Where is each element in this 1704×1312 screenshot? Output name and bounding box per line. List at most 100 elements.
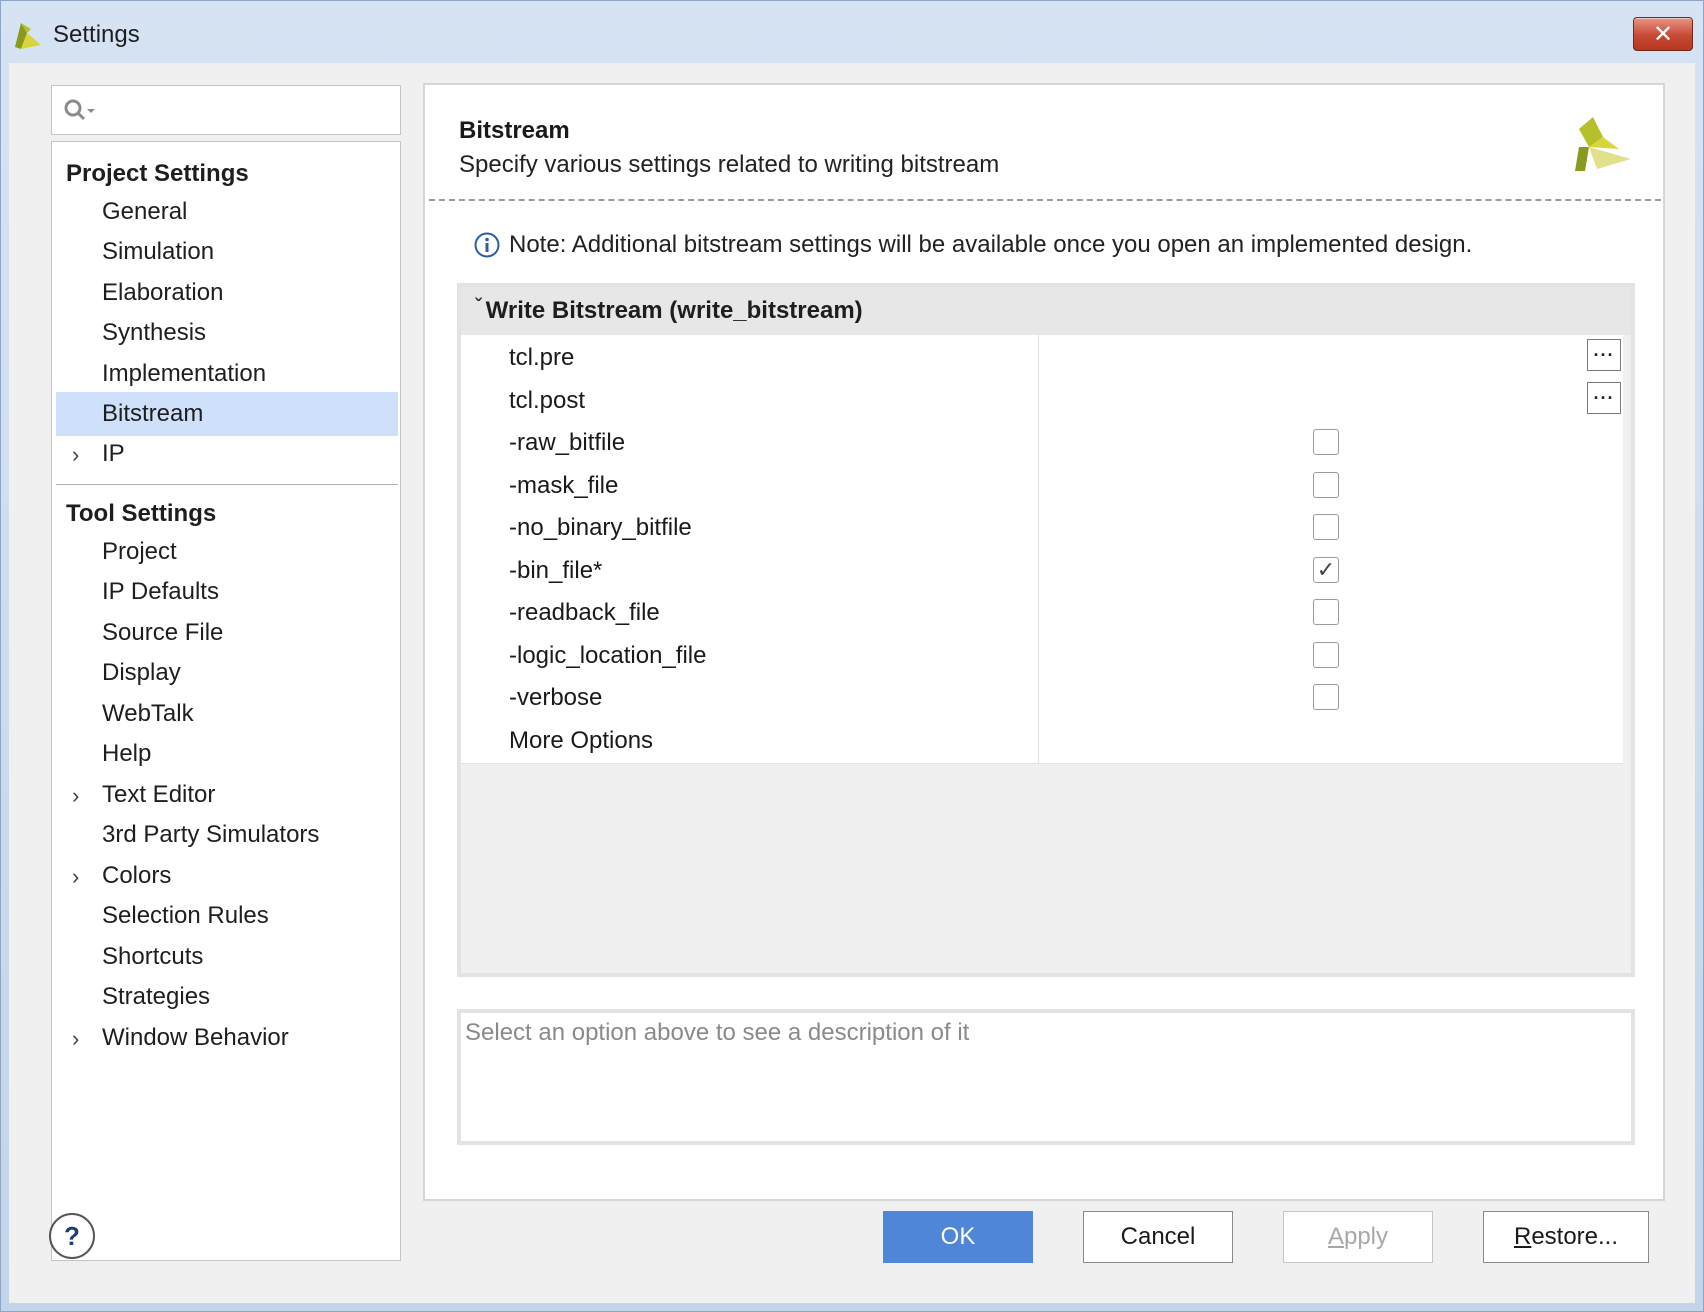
nav-item-simulation[interactable]: Simulation xyxy=(56,230,398,274)
nav-item-shortcuts[interactable]: Shortcuts xyxy=(56,935,398,979)
nav-item-window-behavior[interactable]: › Window Behavior xyxy=(56,1016,398,1060)
no-binary-bitfile-checkbox[interactable] xyxy=(1313,514,1339,540)
nav-item-label: Project xyxy=(102,538,177,565)
close-button[interactable]: ✕ xyxy=(1633,17,1693,51)
logic-location-file-checkbox[interactable] xyxy=(1313,642,1339,668)
nav-divider xyxy=(56,484,398,485)
table-row-more-options[interactable]: More Options xyxy=(461,718,1623,764)
option-name: More Options xyxy=(461,718,1039,763)
page-subtitle: Specify various settings related to writ… xyxy=(459,151,1000,178)
settings-content-panel: Bitstream Specify various settings relat… xyxy=(423,83,1665,1201)
option-value xyxy=(1039,590,1623,635)
table-row-tcl-pre[interactable]: tcl.pre ··· xyxy=(461,335,1623,381)
nav-item-colors[interactable]: › Colors xyxy=(56,854,398,898)
nav-item-strategies[interactable]: Strategies xyxy=(56,975,398,1019)
group-header[interactable]: ˇ Write Bitstream (write_bitstream) xyxy=(461,287,1631,335)
chevron-down-icon[interactable]: ˇ xyxy=(475,296,482,319)
nav-item-project[interactable]: Project xyxy=(56,530,398,574)
nav-item-label: WebTalk xyxy=(102,700,194,727)
option-name-text: -logic_location_file xyxy=(509,641,707,669)
option-description: Select an option above to see a descript… xyxy=(457,1009,1635,1145)
apply-mnemonic: A xyxy=(1327,1223,1344,1250)
chevron-right-icon[interactable]: › xyxy=(72,864,88,889)
search-input[interactable] xyxy=(51,85,401,135)
more-options-field[interactable] xyxy=(1039,718,1623,763)
nav-item-ip[interactable]: › IP xyxy=(56,432,398,476)
table-row-readback-file[interactable]: -readback_file xyxy=(461,590,1623,636)
option-value[interactable]: ··· xyxy=(1039,378,1623,423)
nav-item-label: Simulation xyxy=(102,238,215,265)
nav-item-source-file[interactable]: Source File xyxy=(56,611,398,655)
nav-item-synthesis[interactable]: Synthesis xyxy=(56,311,398,355)
bin-file-checkbox[interactable]: ✓ xyxy=(1313,557,1339,583)
table-row-raw-bitfile[interactable]: -raw_bitfile xyxy=(461,420,1623,466)
browse-button[interactable]: ··· xyxy=(1587,339,1621,371)
table-row-logic-location-file[interactable]: -logic_location_file xyxy=(461,633,1623,679)
settings-window: Settings ✕ Project Settings General Simu… xyxy=(0,0,1704,1312)
nav-heading-tool-settings: Tool Settings xyxy=(66,500,217,527)
nav-item-label: Selection Rules xyxy=(102,902,269,929)
nav-heading-project-settings: Project Settings xyxy=(66,160,249,187)
option-name: -readback_file xyxy=(461,590,1039,635)
options-table: ˇ Write Bitstream (write_bitstream) tcl.… xyxy=(457,283,1635,977)
vivado-logo-icon xyxy=(1575,117,1631,171)
verbose-checkbox[interactable] xyxy=(1313,684,1339,710)
option-name-text: More Options xyxy=(509,726,654,754)
nav-item-text-editor[interactable]: › Text Editor xyxy=(56,773,398,817)
ok-button[interactable]: OK xyxy=(883,1211,1033,1263)
option-name: tcl.pre xyxy=(461,335,1039,380)
info-note: Note: Additional bitstream settings will… xyxy=(473,231,1472,259)
apply-button[interactable]: Apply xyxy=(1283,1211,1433,1263)
option-name: tcl.post xyxy=(461,378,1039,423)
nav-item-implementation[interactable]: Implementation xyxy=(56,352,398,396)
option-name-text: -mask_file xyxy=(509,471,619,499)
table-row-tcl-post[interactable]: tcl.post ··· xyxy=(461,378,1623,424)
raw-bitfile-checkbox[interactable] xyxy=(1313,429,1339,455)
nav-item-label: Display xyxy=(102,659,181,686)
page-title: Bitstream xyxy=(459,117,570,144)
browse-button[interactable]: ··· xyxy=(1587,382,1621,414)
option-value xyxy=(1039,675,1623,720)
chevron-right-icon[interactable]: › xyxy=(72,442,88,467)
nav-item-webtalk[interactable]: WebTalk xyxy=(56,692,398,736)
option-name: -logic_location_file xyxy=(461,633,1039,678)
help-button[interactable]: ? xyxy=(49,1213,95,1259)
option-value xyxy=(1039,505,1623,550)
chevron-right-icon[interactable]: › xyxy=(72,1026,88,1051)
chevron-right-icon[interactable]: › xyxy=(72,783,88,808)
window-title: Settings xyxy=(53,21,140,48)
table-row-verbose[interactable]: -verbose xyxy=(461,675,1623,721)
table-row-bin-file[interactable]: -bin_file* ✓ xyxy=(461,548,1623,594)
table-row-mask-file[interactable]: -mask_file xyxy=(461,463,1623,509)
nav-item-help[interactable]: Help xyxy=(56,732,398,776)
nav-item-label: Window Behavior xyxy=(102,1024,289,1051)
option-name-text: -bin_file* xyxy=(509,556,603,584)
restore-button[interactable]: Restore... xyxy=(1483,1211,1649,1263)
option-value xyxy=(1039,463,1623,508)
option-name-text: -verbose xyxy=(509,683,603,711)
settings-nav: Project Settings General Simulation Elab… xyxy=(51,141,401,1261)
nav-item-label: Help xyxy=(102,740,152,767)
nav-item-display[interactable]: Display xyxy=(56,651,398,695)
nav-item-bitstream[interactable]: Bitstream xyxy=(56,392,398,436)
dialog-body: Project Settings General Simulation Elab… xyxy=(9,63,1695,1303)
nav-item-3rd-party-simulators[interactable]: 3rd Party Simulators xyxy=(56,813,398,857)
nav-item-elaboration[interactable]: Elaboration xyxy=(56,271,398,315)
mask-file-checkbox[interactable] xyxy=(1313,472,1339,498)
vivado-logo-icon xyxy=(15,23,41,49)
option-name: -verbose xyxy=(461,675,1039,720)
option-value[interactable]: ··· xyxy=(1039,335,1623,380)
apply-label: pply xyxy=(1343,1223,1389,1250)
nav-item-selection-rules[interactable]: Selection Rules xyxy=(56,894,398,938)
option-name: -bin_file* xyxy=(461,548,1039,593)
cancel-button[interactable]: Cancel xyxy=(1083,1211,1233,1263)
option-value: ✓ xyxy=(1039,548,1623,593)
nav-item-general[interactable]: General xyxy=(56,190,398,234)
nav-item-label: Colors xyxy=(102,862,172,889)
nav-item-label: Strategies xyxy=(102,983,211,1010)
readback-file-checkbox[interactable] xyxy=(1313,599,1339,625)
nav-item-ip-defaults[interactable]: IP Defaults xyxy=(56,570,398,614)
header-separator xyxy=(429,199,1661,201)
nav-item-label: Bitstream xyxy=(102,400,204,427)
table-row-no-binary-bitfile[interactable]: -no_binary_bitfile xyxy=(461,505,1623,551)
